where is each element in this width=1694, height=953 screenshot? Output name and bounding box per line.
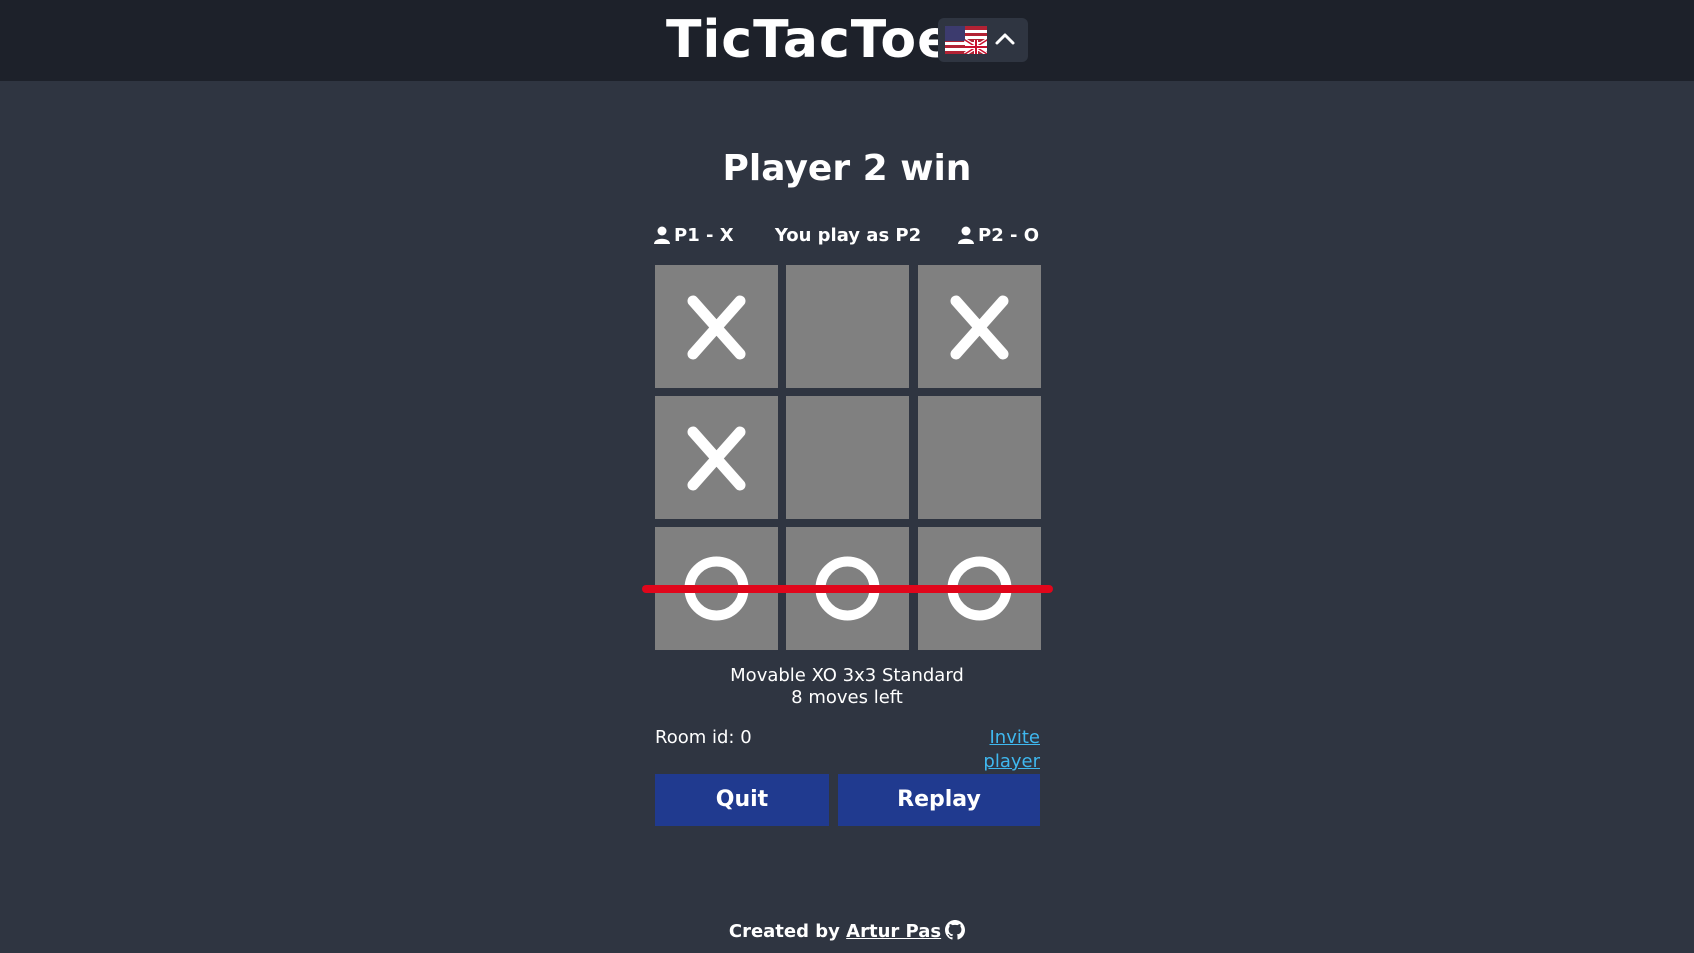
board-cell-r2c3[interactable] (918, 396, 1041, 519)
game-info: Movable XO 3x3 Standard 8 moves left (0, 665, 1694, 709)
x-mark-icon (950, 295, 1009, 360)
app-header: TicTacToe (0, 0, 1694, 81)
footer: Created by Artur Pas (0, 920, 1694, 944)
language-selector[interactable] (938, 18, 1028, 62)
board-cell-r1c2[interactable] (786, 265, 909, 388)
room-id: Room id: 0 (655, 727, 752, 748)
board-cell-r1c3[interactable] (918, 265, 1041, 388)
player-1-label: P1 - X (654, 222, 734, 250)
github-icon[interactable] (945, 920, 966, 940)
you-play-as-label: You play as P2 (774, 225, 922, 246)
player-1-text: P1 - X (674, 225, 734, 246)
game-mode: Movable XO 3x3 Standard (730, 665, 964, 686)
player-2-text: P2 - O (978, 225, 1040, 246)
x-mark-icon (687, 295, 746, 360)
replay-button[interactable]: Replay (838, 774, 1040, 826)
flag-icon (945, 26, 987, 54)
footer-prefix: Created by (728, 921, 840, 942)
user-icon (654, 226, 670, 244)
board-cell-r2c2[interactable] (786, 396, 909, 519)
user-icon (958, 226, 974, 244)
x-mark-icon (687, 426, 746, 491)
chevron-up-icon (995, 33, 1015, 45)
winning-line (642, 585, 1053, 593)
board-cell-r2c1[interactable] (655, 396, 778, 519)
board-cell-r1c1[interactable] (655, 265, 778, 388)
invite-player-link[interactable]: Invite player (928, 726, 1040, 774)
app-title: TicTacToe (666, 10, 954, 70)
author-link[interactable]: Artur Pas (846, 921, 941, 942)
player-2-label: P2 - O (958, 222, 1039, 250)
moves-left: 8 moves left (791, 687, 903, 708)
quit-button[interactable]: Quit (655, 774, 829, 826)
game-status: Player 2 win (722, 148, 972, 189)
